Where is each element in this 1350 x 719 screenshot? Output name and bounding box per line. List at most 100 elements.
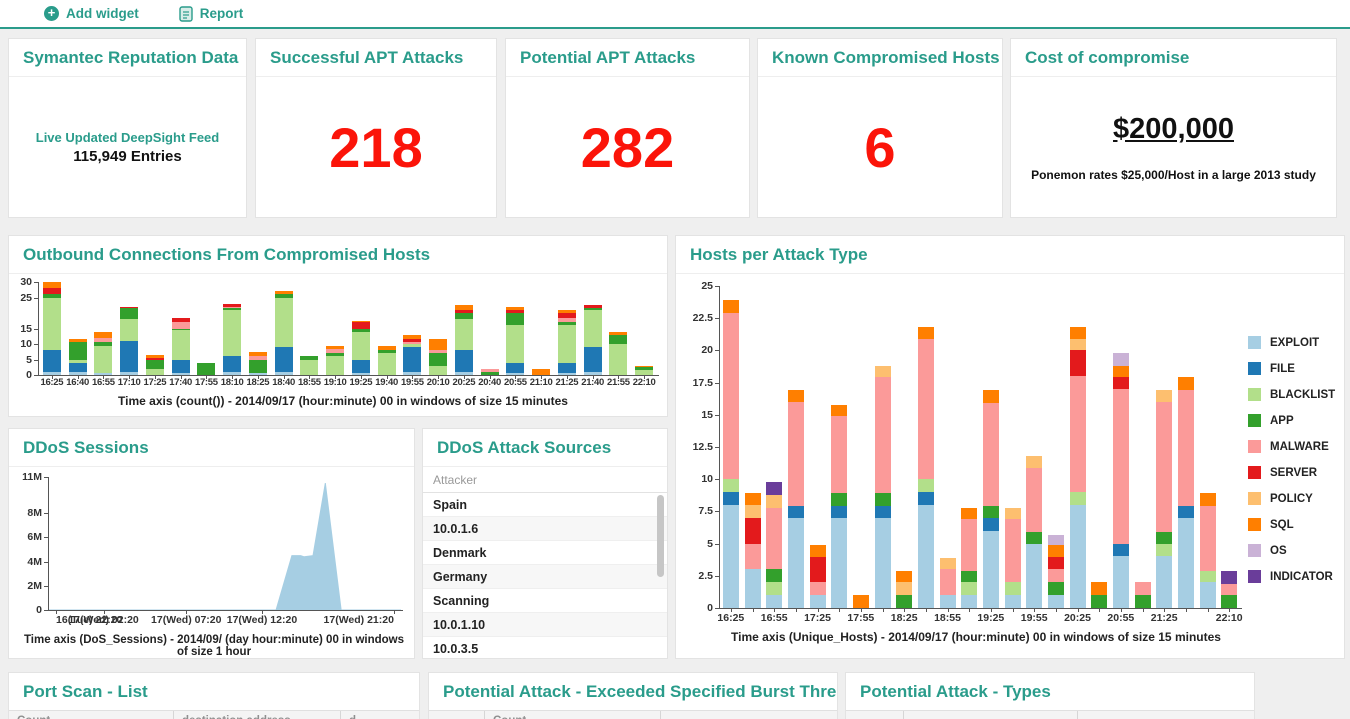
bar-segment-os[interactable] (1113, 353, 1129, 366)
bar-segment-policy[interactable] (745, 505, 761, 518)
attacker-row[interactable]: Germany (423, 565, 667, 589)
bar-segment-green[interactable] (146, 360, 164, 369)
stacked-bar[interactable] (1200, 493, 1216, 608)
bar-segment-file[interactable] (723, 492, 739, 505)
bar-segment-blue[interactable] (69, 363, 87, 372)
bar-segment-malware[interactable] (875, 377, 891, 493)
stacked-bar[interactable] (1048, 535, 1064, 608)
bar-segment-light-blue[interactable] (69, 372, 87, 375)
bar-segment-blue[interactable] (352, 360, 370, 374)
bar-segment-policy[interactable] (1026, 456, 1042, 468)
bar-segment-light-blue[interactable] (403, 372, 421, 375)
stacked-bar[interactable] (1135, 582, 1151, 608)
bar-segment-exploit[interactable] (1026, 544, 1042, 608)
stacked-bar[interactable] (635, 366, 653, 375)
bar-segment-blacklist[interactable] (1156, 544, 1172, 557)
bar-segment-malware[interactable] (766, 508, 782, 570)
bar-segment-light-green[interactable] (455, 319, 473, 350)
column-header[interactable]: Count (9, 711, 174, 719)
bar-segment-light-green[interactable] (378, 353, 396, 375)
bar-segment-exploit[interactable] (810, 595, 826, 608)
bar-segment-exploit[interactable] (831, 518, 847, 608)
bar-segment-exploit[interactable] (788, 518, 804, 608)
bar-segment-malware[interactable] (1048, 569, 1064, 582)
stacked-bar[interactable] (1070, 327, 1086, 608)
bar-segment-light-green[interactable] (558, 325, 576, 362)
stacked-bar[interactable] (43, 282, 61, 375)
bar-segment-exploit[interactable] (1156, 556, 1172, 608)
stacked-bar[interactable] (558, 310, 576, 375)
bar-segment-blacklist[interactable] (766, 582, 782, 595)
bar-segment-sql[interactable] (896, 571, 912, 583)
attacker-row[interactable]: 10.0.1.10 (423, 613, 667, 637)
column-header[interactable] (904, 711, 1078, 719)
bar-segment-malware[interactable] (723, 313, 739, 479)
bar-segment-exploit[interactable] (961, 595, 977, 608)
bar-segment-malware[interactable] (788, 402, 804, 506)
column-header[interactable] (429, 711, 485, 719)
stacked-bar[interactable] (745, 493, 761, 608)
bar-segment-server[interactable] (745, 518, 761, 544)
stacked-bar[interactable] (831, 405, 847, 608)
bar-segment-green[interactable] (609, 335, 627, 344)
bar-segment-light-blue[interactable] (584, 372, 602, 375)
stacked-bar[interactable] (403, 335, 421, 375)
bar-segment-app[interactable] (1026, 532, 1042, 544)
bar-segment-sql[interactable] (831, 405, 847, 417)
bar-segment-light-green[interactable] (300, 360, 318, 376)
bar-segment-app[interactable] (831, 493, 847, 506)
stacked-bar[interactable] (609, 332, 627, 375)
bar-segment-malware[interactable] (940, 569, 956, 595)
bar-segment-malware[interactable] (961, 519, 977, 571)
bar-segment-malware[interactable] (1178, 390, 1194, 506)
bar-segment-blue[interactable] (120, 341, 138, 372)
bar-segment-exploit[interactable] (940, 595, 956, 608)
bar-segment-exploit[interactable] (723, 505, 739, 608)
bar-segment-blue[interactable] (43, 350, 61, 372)
bar-segment-exploit[interactable] (1200, 582, 1216, 608)
bar-segment-app[interactable] (875, 493, 891, 506)
bar-segment-light-blue[interactable] (558, 373, 576, 375)
bar-segment-app[interactable] (961, 571, 977, 583)
bar-segment-light-green[interactable] (120, 319, 138, 341)
bar-segment-exploit[interactable] (875, 518, 891, 608)
bar-segment-sql[interactable] (961, 508, 977, 520)
bar-segment-indicator[interactable] (766, 482, 782, 495)
bar-segment-sql[interactable] (1048, 545, 1064, 557)
bar-segment-indicator[interactable] (1221, 571, 1237, 584)
stacked-bar[interactable] (429, 339, 447, 375)
bar-segment-malware[interactable] (1156, 402, 1172, 532)
bar-segment-blue[interactable] (584, 347, 602, 372)
stacked-bar[interactable] (896, 571, 912, 608)
stacked-bar[interactable] (481, 369, 499, 375)
bar-segment-exploit[interactable] (1178, 518, 1194, 608)
bar-segment-light-green[interactable] (326, 356, 344, 375)
stacked-bar[interactable] (352, 321, 370, 375)
bar-segment-malware[interactable] (1200, 506, 1216, 570)
bar-segment-light-blue[interactable] (94, 373, 112, 375)
column-header[interactable]: d (341, 711, 419, 719)
attacker-row[interactable]: Scanning (423, 589, 667, 613)
bar-segment-blacklist[interactable] (1005, 582, 1021, 595)
bar-segment-file[interactable] (983, 518, 999, 531)
bar-segment-exploit[interactable] (918, 505, 934, 608)
stacked-bar[interactable] (875, 366, 891, 608)
stacked-bar[interactable] (506, 307, 524, 375)
legend-item-os[interactable]: OS (1248, 544, 1335, 557)
bar-segment-light-blue[interactable] (455, 372, 473, 375)
bar-segment-exploit[interactable] (1048, 595, 1064, 608)
stacked-bar[interactable] (172, 318, 190, 375)
bar-segment-green[interactable] (69, 342, 87, 359)
attacker-row[interactable]: Spain (423, 493, 667, 517)
bar-segment-sql[interactable] (1178, 377, 1194, 390)
bar-segment-blue[interactable] (275, 347, 293, 372)
bar-segment-light-blue[interactable] (223, 372, 241, 375)
bar-segment-orange[interactable] (429, 339, 447, 350)
stacked-bar[interactable] (1113, 353, 1129, 608)
bar-segment-malware[interactable] (1005, 519, 1021, 582)
column-header[interactable] (661, 711, 837, 719)
legend-item-policy[interactable]: POLICY (1248, 492, 1335, 505)
bar-segment-light-green[interactable] (275, 298, 293, 348)
bar-segment-blue[interactable] (223, 356, 241, 372)
stacked-bar[interactable] (146, 355, 164, 375)
